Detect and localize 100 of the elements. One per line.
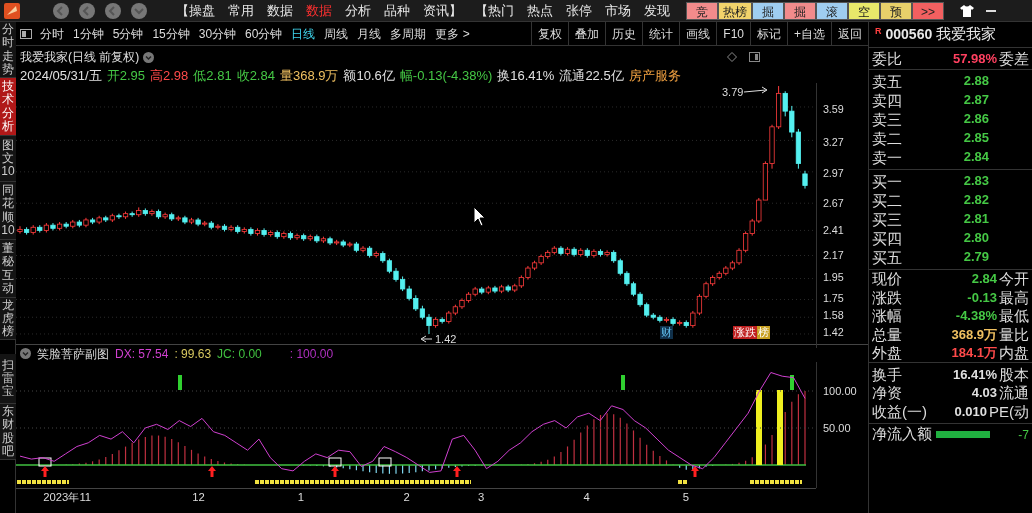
menu-item[interactable]: 分析 (345, 0, 371, 21)
histogram-bar (533, 462, 536, 466)
indicator-tick: 50.00 (823, 422, 851, 434)
histogram-bar (223, 461, 226, 466)
period-tab[interactable]: 15分钟 (152, 24, 190, 43)
menu-item[interactable]: 张停 (566, 0, 592, 21)
quick-button[interactable]: 掘 (752, 1, 784, 20)
period-tab[interactable]: 30分钟 (198, 24, 237, 43)
histogram-bar (190, 449, 193, 466)
candlestick (604, 249, 610, 258)
side-tab[interactable]: 同花顺10 (0, 182, 16, 240)
period-tab[interactable]: 更多 > (435, 24, 470, 43)
quick-button[interactable]: 热榜 (718, 1, 752, 20)
dropdown-icon[interactable] (20, 348, 31, 359)
period-tab[interactable]: 1分钟 (73, 24, 104, 43)
nav-circle-icon[interactable] (52, 1, 70, 20)
nav-circle-icon[interactable] (78, 1, 96, 20)
low-price-annotation: 1.42 (420, 333, 457, 345)
menu-item[interactable]: 市场 (605, 0, 631, 21)
menu-item[interactable]: 数据 (267, 0, 293, 21)
quote-value: 2.86 (963, 110, 989, 129)
quote-label: 卖三 (872, 111, 902, 127)
candlestick (670, 316, 676, 327)
quote-info: 额10.6亿 (343, 67, 395, 83)
menu-item[interactable]: 资讯】 (423, 0, 462, 21)
quote-label: 股本 (999, 366, 1029, 382)
quote-label: 卖五 (872, 73, 902, 89)
side-tab[interactable]: 龙虎榜 (0, 298, 16, 340)
histogram-bar (665, 459, 668, 466)
quick-button[interactable]: 滚 (816, 1, 848, 20)
price-tick: 3.27 (822, 135, 844, 148)
period-tab[interactable]: 月线 (357, 24, 382, 43)
tool-button[interactable]: 返回 (831, 22, 868, 45)
menu-item[interactable]: 数据 (306, 0, 332, 21)
quote-label: 委差 (999, 50, 1029, 66)
side-tab[interactable]: 图文10 (0, 136, 16, 182)
tool-button[interactable]: 统计 (642, 22, 680, 45)
indicator-tick: 100.00 (823, 385, 857, 397)
menu-item[interactable]: 【热门 (475, 0, 514, 21)
menu-item[interactable]: 常用 (228, 0, 254, 21)
tool-button[interactable]: 画线 (679, 22, 717, 45)
quick-button[interactable]: >> (912, 1, 944, 20)
indicator-title: 笑脸菩萨副图 (37, 345, 109, 363)
menu-item[interactable]: 品种 (384, 0, 410, 21)
app-logo-icon[interactable] (4, 2, 20, 19)
candlestick (17, 225, 23, 235)
nav-circle-icon[interactable] (130, 1, 148, 20)
date-label: 2023年11 (43, 491, 92, 504)
period-tab[interactable]: 60分钟 (245, 24, 283, 43)
tool-button[interactable]: 叠加 (568, 22, 606, 45)
menu-item[interactable]: 热点 (527, 0, 553, 21)
period-tab[interactable]: 分时 (40, 24, 64, 43)
side-tab[interactable]: 扫雷宝 (0, 354, 16, 404)
price-tick: 1.95 (822, 271, 844, 284)
quote-label: 卖二 (872, 130, 902, 146)
side-tab[interactable]: 分时走势 (0, 22, 16, 78)
histogram-bar (355, 464, 358, 471)
side-tab[interactable]: 董秘互动 (0, 240, 16, 298)
quote-info: 开2.95 (106, 67, 145, 83)
quote-label: 净流入额 (872, 424, 932, 445)
period-tab[interactable]: 周线 (324, 24, 349, 43)
event-marker[interactable]: 涨跌 (733, 326, 757, 339)
tool-button[interactable]: 标记 (750, 22, 787, 45)
quote-value: 2.84 (971, 270, 997, 288)
quick-button[interactable]: 竞 (686, 1, 718, 20)
quote-label: 净资 (872, 385, 902, 401)
side-tab[interactable]: 东财股吧 (0, 404, 16, 460)
indicator-value: : 100.00 (289, 345, 334, 363)
panel-toggle-icon[interactable] (20, 28, 32, 39)
period-tab[interactable]: 5分钟 (112, 24, 144, 43)
panel-toggle-icon[interactable] (749, 52, 760, 62)
tool-button[interactable]: 复权 (531, 22, 569, 45)
histogram-bar (632, 429, 635, 466)
shirt-icon[interactable] (960, 4, 974, 17)
price-tick: 2.41 (822, 224, 844, 237)
quick-button[interactable]: 预 (880, 1, 912, 20)
event-marker[interactable]: 财 (660, 326, 673, 339)
period-tab[interactable]: 日线 (291, 24, 316, 43)
quote-info: 收2.84 (236, 67, 275, 83)
candlestick (215, 223, 221, 230)
quick-button[interactable]: 掘 (784, 1, 816, 20)
period-tab[interactable]: 多周期 (390, 24, 427, 43)
side-tab[interactable]: 技术分析 (0, 78, 16, 136)
menu-item[interactable]: 发现 (644, 0, 670, 21)
candlestick (149, 208, 155, 217)
quote-value: -7 (1018, 426, 1029, 444)
minimize-icon[interactable] (986, 9, 996, 12)
tool-button[interactable]: 历史 (605, 22, 643, 45)
nav-circle-icon[interactable] (104, 1, 122, 20)
dropdown-icon[interactable] (143, 51, 155, 63)
quote-label: 最高 (999, 289, 1029, 305)
quote-value: 368.9万 (951, 325, 997, 344)
quote-label: 买一 (872, 173, 902, 189)
tool-button[interactable]: F10 (716, 22, 750, 45)
tool-button[interactable]: +自选 (787, 22, 831, 45)
quick-button[interactable]: 空 (848, 1, 880, 20)
candlestick (261, 227, 267, 238)
quote-value: 2.82 (963, 191, 989, 210)
menu-item[interactable]: 【操盘 (176, 0, 215, 21)
price-tick: 2.97 (822, 166, 844, 179)
